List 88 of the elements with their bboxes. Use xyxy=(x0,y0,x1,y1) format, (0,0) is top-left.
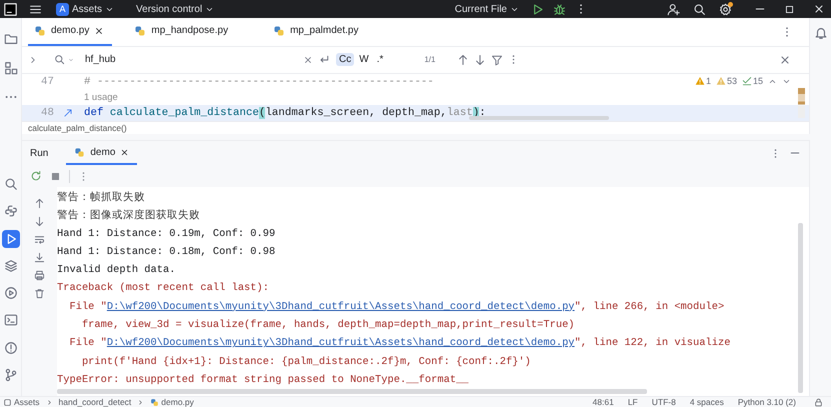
python-file-icon xyxy=(34,24,46,37)
line-number: 47 xyxy=(40,76,54,88)
chevron-right-icon xyxy=(137,398,144,406)
horizontal-scrollbar[interactable] xyxy=(57,389,647,394)
status-item[interactable]: 4 spaces xyxy=(690,397,724,407)
python-file-icon xyxy=(273,24,286,37)
file-link[interactable]: D:\wf200\Documents\myunity\3Dhand_cutfruit\Assets\hand_coord_detect\demo.py xyxy=(106,300,575,313)
console-line: Invalid depth data. xyxy=(57,263,176,278)
console-line: File "D:\wf200\Documents\myunity\3Dhand_cutfruit\Assets\hand_coord_detect\demo.py", line 122, in visualize xyxy=(68,336,730,352)
line-number: 48 xyxy=(40,107,54,120)
soft-wrap-icon[interactable] xyxy=(34,234,45,244)
add-user-icon[interactable] xyxy=(667,2,680,16)
console-line: print(f'Hand {idx+1}: Distance: {palm_distance:.2f}m, Conf: {conf:.2f}') xyxy=(80,354,532,370)
inspection-count: 1 xyxy=(706,76,711,86)
search-option-toggle[interactable]: W xyxy=(356,53,372,66)
search-field[interactable]: hf_hub xyxy=(83,53,267,66)
alert-icon[interactable] xyxy=(4,340,18,355)
python-file-icon xyxy=(134,24,146,37)
console-line: File "D:\wf200\Documents\myunity\3Dhand_cutfruit\Assets\hand_coord_detect\demo.py", line 266, in <module> xyxy=(68,300,726,315)
menu-icon[interactable] xyxy=(29,2,42,16)
check-icon xyxy=(742,76,752,86)
python-icon[interactable] xyxy=(4,204,18,218)
search-icon[interactable] xyxy=(693,2,706,16)
console-line: 警告：图像或深度图获取失败 xyxy=(57,208,201,224)
next-icon[interactable] xyxy=(474,54,486,66)
file-tab[interactable]: mp_handpose.py xyxy=(128,18,252,46)
breadcrumb[interactable]: calculate_palm_distance() xyxy=(22,121,809,134)
print-icon[interactable] xyxy=(34,270,45,280)
stop-icon[interactable] xyxy=(50,170,61,182)
previous-icon[interactable] xyxy=(457,54,470,66)
close-icon[interactable] xyxy=(120,148,130,156)
status-item[interactable]: Python 3.10 (2) xyxy=(738,397,796,407)
match-count: 1/1 xyxy=(424,55,436,64)
status-item[interactable]: UTF-8 xyxy=(652,397,676,407)
app-logo-icon[interactable] xyxy=(4,2,17,16)
breadcrumb-item[interactable]: hand_coord_detect xyxy=(58,397,132,407)
close-icon[interactable] xyxy=(94,26,104,36)
file-tab[interactable]: demo.py xyxy=(28,18,112,46)
clear-icon[interactable] xyxy=(303,54,313,65)
panel-title: Run xyxy=(30,146,48,160)
search-option-toggle[interactable]: Cc xyxy=(336,53,354,66)
close-icon[interactable] xyxy=(813,3,825,15)
structure-icon[interactable] xyxy=(4,61,18,75)
file-tab[interactable]: mp_palmdet.py xyxy=(267,18,382,46)
run-icon[interactable] xyxy=(531,2,544,16)
scroll-up-icon[interactable] xyxy=(34,198,45,208)
warning-icon xyxy=(694,76,705,86)
console-line: frame, view_3d = visualize(frame, hands, depth_map=depth_map,print_result=True) xyxy=(80,318,576,334)
gutter-arrow-icon[interactable] xyxy=(63,108,73,118)
inspection-count: 15 xyxy=(752,76,763,86)
chevron-down-icon xyxy=(68,56,74,63)
vcs-menu[interactable]: Version control xyxy=(132,1,218,17)
run-config-selector[interactable]: Current File xyxy=(450,1,523,17)
status-item[interactable]: LF xyxy=(628,397,638,407)
breadcrumb-item[interactable]: demo.py xyxy=(150,397,194,407)
code-line: # ---------------------------------------------------- xyxy=(84,76,434,88)
notification-icon[interactable] xyxy=(814,26,828,40)
project-selector[interactable]: A Assets xyxy=(52,1,118,17)
bug-icon[interactable] xyxy=(553,2,566,16)
filter-icon[interactable] xyxy=(491,54,504,66)
branch-icon[interactable] xyxy=(4,368,18,382)
console-line: Hand 1: Distance: 0.19m, Conf: 0.99 xyxy=(57,226,276,242)
console-line: Hand 1: Distance: 0.18m, Conf: 0.98 xyxy=(57,244,276,260)
maximize-icon[interactable] xyxy=(784,4,795,14)
status-item[interactable]: 48:61 xyxy=(592,397,614,407)
trash-icon[interactable] xyxy=(34,288,45,298)
python-file-icon xyxy=(74,146,86,158)
vertical-scrollbar[interactable] xyxy=(798,223,803,393)
inspection-count: 53 xyxy=(726,76,737,86)
search-icon xyxy=(54,54,65,66)
run-tab[interactable]: demo xyxy=(66,141,138,165)
warning-icon xyxy=(716,76,726,86)
breadcrumb-item[interactable]: Assets xyxy=(3,397,40,407)
scroll-end-icon[interactable] xyxy=(34,252,45,262)
lock-icon[interactable] xyxy=(814,398,823,406)
play-circle-icon[interactable] xyxy=(4,286,18,300)
python-file-icon xyxy=(150,398,160,406)
scroll-down-icon[interactable] xyxy=(34,216,45,226)
rerun-icon[interactable] xyxy=(30,170,42,182)
console-line: TypeError: unsupported format string passed to NoneType.__format__ xyxy=(57,372,470,388)
settings-icon[interactable] xyxy=(719,2,732,16)
console-line: 警告：帧抓取失败 xyxy=(57,190,146,205)
terminal-icon[interactable] xyxy=(4,313,18,328)
search-option-toggle[interactable]: .* xyxy=(374,53,386,66)
console-line: Traceback (most recent call last): xyxy=(57,281,270,296)
layers-icon[interactable] xyxy=(4,258,18,273)
chevron-right-icon xyxy=(46,398,53,406)
file-link[interactable]: D:\wf200\Documents\myunity\3Dhand_cutfruit\Assets\hand_coord_detect\demo.py xyxy=(106,337,575,350)
